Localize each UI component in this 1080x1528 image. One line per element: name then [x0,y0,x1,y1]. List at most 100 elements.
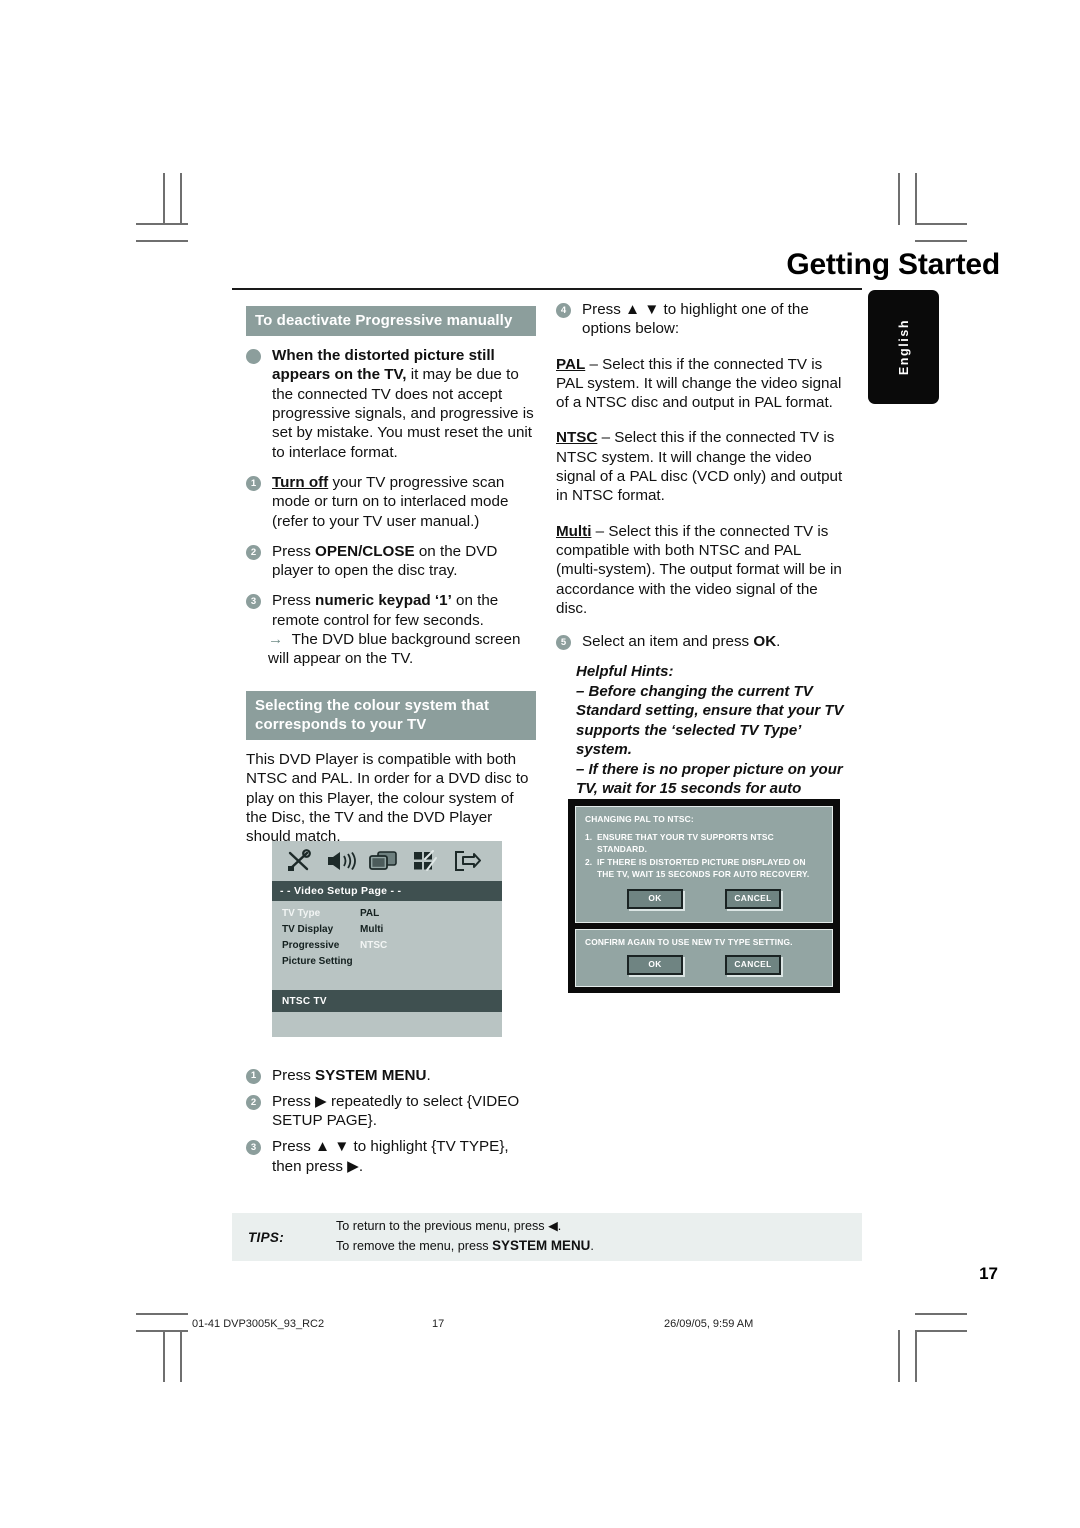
list-item-text: Press numeric keypad ‘1’ on the remote c… [268,592,536,668]
crop-mark-top-right-vertical [915,173,917,225]
crop-mark-bottom-right-outer-h [915,1313,967,1315]
dialog-ok-button[interactable]: OK [627,888,683,909]
list-item-text: Turn off your TV progressive scan mode o… [272,474,508,530]
step-marker: 2 [246,544,261,560]
crop-mark-bottom-right-outer [898,1330,900,1382]
osd-menu-value [360,956,430,967]
step-marker: 4 [556,303,571,318]
tips-content: To return to the previous menu, press ◀.… [336,1217,594,1257]
dialog-list-number: 2. [585,856,593,867]
dialog-cancel-button[interactable]: CANCEL [725,888,781,909]
step-marker: 2 [246,1094,261,1110]
list-item-text: Select an item and press OK. [582,633,780,650]
step-substep-text: The DVD blue background screen will appe… [268,631,521,668]
section-heading-deactivate-progressive: To deactivate Progressive manually [246,306,536,337]
option-pal-text: – Select this if the connected TV is PAL… [556,355,842,412]
step-lead: SYSTEM MENU [315,1066,427,1084]
list-item: 1 Press SYSTEM MENU. [246,1066,536,1085]
language-tab-label: English [896,318,911,376]
osd-menu-value: Multi [360,924,384,935]
step-pre: Press [272,542,316,560]
exit-setup-icon [446,844,488,878]
dialog-list-item: 1. ENSURE THAT YOUR TV SUPPORTS NTSC STA… [585,832,823,856]
right-column: 4 Press ▲ ▼ to highlight one of the opti… [556,300,846,818]
video-setup-icon [362,844,404,878]
osd-menu-row[interactable]: Picture Setting [282,956,492,967]
dialog-button-row: OK CANCEL [585,888,823,909]
option-pal: PAL – Select this if the connected TV is… [556,355,846,413]
tips-line-2-bold: SYSTEM MENU [492,1238,591,1254]
general-setup-icon [278,844,320,878]
language-tab: English [868,290,939,404]
list-item: 5 Select an item and press OK. [556,632,846,651]
left-column: To deactivate Progressive manually When … [246,306,536,1187]
osd-menu-value: NTSC [360,940,388,951]
dialog-ok-button[interactable]: OK [627,954,683,975]
step-pre: Press [272,592,316,610]
osd-menu-value: PAL [360,908,380,919]
crop-mark-top-left-vertical [163,173,165,225]
footer-timestamp: 26/09/05, 9:59 AM [664,1318,754,1330]
osd-menu-list: TV Type PAL TV Display Multi Progressive… [272,901,502,1012]
list-item: 3 Press ▲ ▼ to highlight {TV TYPE}, then… [246,1137,536,1176]
osd-menu-label: Picture Setting [282,956,353,967]
tips-label: TIPS: [248,1229,285,1245]
osd-page-header: - - Video Setup Page - - [272,881,502,901]
step-marker: 3 [246,1140,261,1156]
crop-mark-bottom-left-outer [180,1330,182,1382]
dialog-list-number: 1. [585,831,593,842]
audio-setup-icon [320,844,362,878]
list-item: 2 Press OPEN/CLOSE on the DVD player to … [246,542,536,581]
document-page: Getting Started English To deactivate Pr… [0,0,1080,1528]
list-item-text: Press SYSTEM MENU. [272,1067,431,1084]
crop-mark-top-right-outer [898,173,900,225]
tips-line-2-post: . [590,1239,594,1254]
helpful-hints-item: – Before changing the current TV Standar… [576,682,844,759]
list-item-text: When the distorted picture still appears… [272,347,534,460]
arrow-right-icon: → [268,631,284,649]
list-item-text: Press ▶ repeatedly to select {VIDEO SETU… [272,1092,520,1130]
bullet-marker [246,349,261,365]
crop-mark-top-right-outer-h [915,240,967,242]
osd-confirmation-dialog-screenshot: CHANGING PAL TO NTSC: 1. ENSURE THAT YOU… [568,799,840,993]
option-ntsc-text: – Select this if the connected TV is NTS… [556,429,843,505]
dialog-title: CHANGING PAL TO NTSC: [585,814,694,824]
list-item: 3 Press numeric keypad ‘1’ on the remote… [246,591,536,668]
crop-mark-bottom-right-vertical [915,1330,917,1382]
crop-mark-bottom-left-outer-h [136,1313,188,1315]
osd-menu-row[interactable]: TV Display Multi [282,924,492,935]
osd-menu-row[interactable]: TV Type PAL [282,908,492,919]
dialog-list-text: IF THERE IS DISTORTED PICTURE DISPLAYED … [597,856,810,879]
option-multi: Multi – Select this if the connected TV … [556,522,846,618]
osd-menu-label: TV Type [282,908,321,919]
step-rest: . [776,633,781,651]
crop-mark-top-left-outer-h [136,240,188,242]
helpful-hints-title: Helpful Hints: [576,663,674,681]
dialog-list-item: 2. IF THERE IS DISTORTED PICTURE DISPLAY… [585,857,823,881]
list-item: 4 Press ▲ ▼ to highlight one of the opti… [556,300,846,339]
step-substep: → The DVD blue background screen will ap… [268,630,536,669]
list-item-text: Press ▲ ▼ to highlight {TV TYPE}, then p… [272,1138,509,1175]
page-number: 17 [979,1264,998,1283]
tips-line-2-pre: To remove the menu, press [336,1239,493,1254]
footer-page-number: 17 [432,1318,445,1330]
crop-mark-top-left-outer [180,173,182,225]
colour-system-paragraph: This DVD Player is compatible with both … [246,751,529,846]
list-item-text: Press OPEN/CLOSE on the DVD player to op… [272,543,497,579]
list-item: 2 Press ▶ repeatedly to select {VIDEO SE… [246,1092,536,1131]
dialog-panel-confirm-again: CONFIRM AGAIN TO USE NEW TV TYPE SETTING… [575,929,833,987]
step-rest: . [426,1066,431,1084]
osd-menu-row[interactable]: Progressive NTSC [282,940,492,951]
list-item: 1 Turn off your TV progressive scan mode… [246,473,536,531]
page-title: Getting Started [786,248,1000,281]
step-lead: numeric keypad ‘1’ [315,592,452,610]
option-multi-name: Multi [556,522,592,540]
list-item: When the distorted picture still appears… [246,346,536,462]
footer-print-meta: 01-41 DVP3005K_93_RC2 17 26/09/05, 9:59 … [0,1318,1080,1336]
helpful-hints: Helpful Hints: – Before changing the cur… [556,662,846,818]
dialog-cancel-button[interactable]: CANCEL [725,954,781,975]
step-marker: 3 [246,594,261,610]
tips-box: TIPS: To return to the previous menu, pr… [232,1213,862,1261]
dialog-title: CONFIRM AGAIN TO USE NEW TV TYPE SETTING… [585,937,793,947]
step-pre: Press [272,1066,316,1084]
